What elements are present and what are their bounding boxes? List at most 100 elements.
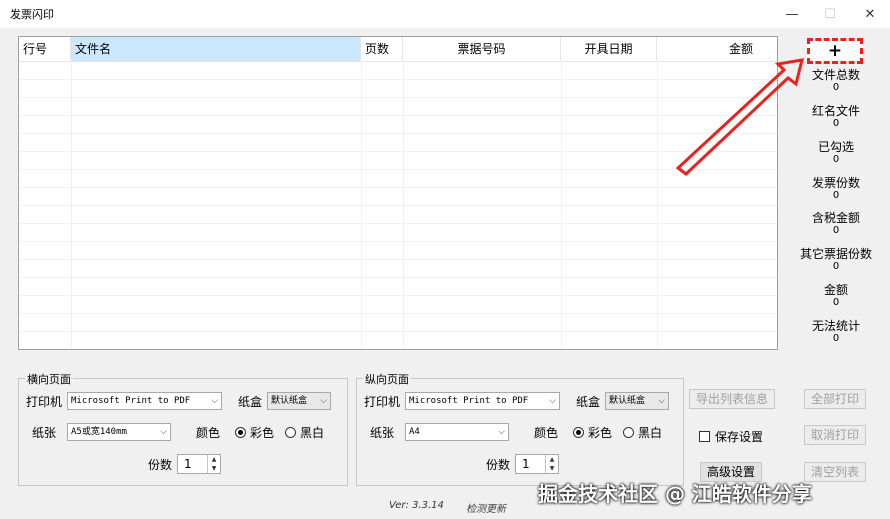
- stat-label: 金额: [823, 283, 848, 297]
- file-grid[interactable]: 行号 文件名 页数 票据号码 开具日期 金额: [18, 36, 778, 350]
- radio-label: 彩色: [588, 426, 613, 440]
- stepper-value: 1: [522, 457, 530, 471]
- landscape-legend: 横向页面: [25, 371, 73, 387]
- grid-row-line: [19, 331, 777, 332]
- stat-value: 0: [832, 190, 840, 201]
- column-header-invoice-number[interactable]: 票据号码: [403, 37, 561, 61]
- portrait-printer-select[interactable]: Microsoft Print to PDF ⌵: [405, 392, 560, 410]
- landscape-paper-value: A5或宽140mm: [71, 427, 127, 437]
- portrait-tray-select[interactable]: 默认纸盒 ⌵: [605, 392, 669, 410]
- stat-checked: 已勾选 0: [790, 140, 882, 166]
- radio-label: 彩色: [250, 426, 275, 440]
- landscape-paper-label: 纸张: [32, 426, 57, 440]
- grid-body[interactable]: [19, 61, 777, 349]
- stepper-arrows-icon[interactable]: ▲ ▼: [545, 455, 558, 473]
- column-header-pages[interactable]: 页数: [361, 37, 403, 61]
- radio-unselected-icon: [285, 427, 296, 438]
- grid-row-line: [19, 277, 777, 278]
- stat-label: 无法统计: [811, 319, 860, 333]
- stat-tax-included-amount: 含税金额 0: [790, 211, 882, 237]
- chevron-down-icon: ⌵: [211, 396, 218, 406]
- portrait-tray-label: 纸盒: [576, 395, 601, 409]
- maximize-button[interactable]: ☐: [810, 2, 850, 26]
- chevron-down-icon: ⌵: [549, 396, 556, 406]
- grid-row-line: [19, 133, 777, 134]
- grid-row-line: [19, 295, 777, 296]
- grid-row-line: [19, 313, 777, 314]
- portrait-printer-value: Microsoft Print to PDF: [409, 396, 529, 406]
- stat-label: 红名文件: [811, 104, 860, 118]
- column-header-file-name[interactable]: 文件名: [71, 37, 361, 61]
- portrait-copies-stepper[interactable]: 1 ▲ ▼: [515, 454, 559, 474]
- grid-row-line: [19, 205, 777, 206]
- grid-row-line: [19, 259, 777, 260]
- stat-value: 0: [832, 118, 840, 129]
- chevron-down-icon: ⌵: [658, 396, 665, 406]
- close-button[interactable]: ✕: [850, 2, 890, 26]
- grid-row-line: [19, 223, 777, 224]
- column-header-row-number[interactable]: 行号: [19, 37, 71, 61]
- grid-row-line: [19, 241, 777, 242]
- portrait-paper-select[interactable]: A4 ⌵: [405, 423, 509, 441]
- add-file-button[interactable]: +: [807, 38, 863, 64]
- grid-row-line: [19, 97, 777, 98]
- app-window: 发票闪印 — ☐ ✕ 行号 文件名 页数 票据号码 开具日期 金额 + 文件总数…: [0, 0, 890, 519]
- stat-value: 0: [832, 225, 840, 236]
- landscape-printer-value: Microsoft Print to PDF: [71, 396, 191, 406]
- landscape-tray-value: 默认纸盒: [271, 396, 308, 406]
- stat-value: 0: [832, 82, 840, 93]
- print-all-button[interactable]: 全部打印: [804, 389, 866, 409]
- landscape-bw-radio[interactable]: 黑白: [285, 424, 324, 441]
- export-list-button[interactable]: 导出列表信息: [689, 389, 775, 409]
- radio-selected-icon: [573, 427, 584, 438]
- landscape-copies-label: 份数: [148, 458, 173, 472]
- stepper-arrows-icon[interactable]: ▲ ▼: [207, 455, 220, 473]
- landscape-color-radio[interactable]: 彩色: [235, 424, 274, 441]
- landscape-tray-select[interactable]: 默认纸盒 ⌵: [267, 392, 331, 410]
- stat-value: 0: [832, 261, 840, 272]
- grid-header: 行号 文件名 页数 票据号码 开具日期 金额: [19, 37, 777, 62]
- stat-uncountable: 无法统计 0: [790, 319, 882, 345]
- cancel-print-button[interactable]: 取消打印: [804, 425, 866, 445]
- check-update-link[interactable]: 检测更新: [466, 500, 506, 515]
- window-title: 发票闪印: [10, 8, 54, 21]
- stat-label: 发票份数: [811, 176, 860, 190]
- stat-amount: 金额 0: [790, 283, 882, 309]
- landscape-color-label: 颜色: [196, 426, 221, 440]
- stat-file-total: 文件总数 0: [790, 68, 882, 94]
- stat-label: 含税金额: [811, 211, 860, 225]
- chevron-down-icon: ⌵: [160, 427, 167, 437]
- checkbox-icon: [699, 431, 710, 442]
- column-header-issue-date[interactable]: 开具日期: [561, 37, 657, 61]
- portrait-color-label: 颜色: [534, 426, 559, 440]
- stat-value: 0: [832, 333, 840, 344]
- stepper-value: 1: [184, 457, 192, 471]
- radio-label: 黑白: [300, 426, 325, 440]
- chevron-down-icon: ⌵: [498, 427, 505, 437]
- radio-selected-icon: [235, 427, 246, 438]
- stat-label: 其它票据份数: [799, 247, 872, 261]
- portrait-paper-value: A4: [409, 427, 420, 437]
- grid-row-line: [19, 169, 777, 170]
- landscape-copies-stepper[interactable]: 1 ▲ ▼: [177, 454, 221, 474]
- stat-red-files: 红名文件 0: [790, 104, 882, 130]
- title-bar: 发票闪印 — ☐ ✕: [0, 0, 890, 28]
- save-settings-checkbox[interactable]: 保存设置: [699, 428, 763, 445]
- stat-invoice-count: 发票份数 0: [790, 176, 882, 202]
- stat-value: 0: [832, 154, 840, 165]
- landscape-paper-select[interactable]: A5或宽140mm ⌵: [67, 423, 171, 441]
- radio-label: 黑白: [638, 426, 663, 440]
- minimize-button[interactable]: —: [772, 2, 812, 26]
- version-label: Ver: 3.3.14: [389, 500, 444, 511]
- portrait-legend: 纵向页面: [363, 371, 411, 387]
- clear-list-button[interactable]: 清空列表: [804, 462, 866, 482]
- column-header-amount[interactable]: 金额: [657, 37, 777, 61]
- stat-label: 已勾选: [817, 140, 854, 154]
- landscape-printer-label: 打印机: [26, 395, 63, 409]
- portrait-paper-label: 纸张: [370, 426, 395, 440]
- landscape-printer-select[interactable]: Microsoft Print to PDF ⌵: [67, 392, 222, 410]
- landscape-tray-label: 纸盒: [238, 395, 263, 409]
- portrait-bw-radio[interactable]: 黑白: [623, 424, 662, 441]
- portrait-color-radio[interactable]: 彩色: [573, 424, 612, 441]
- radio-unselected-icon: [623, 427, 634, 438]
